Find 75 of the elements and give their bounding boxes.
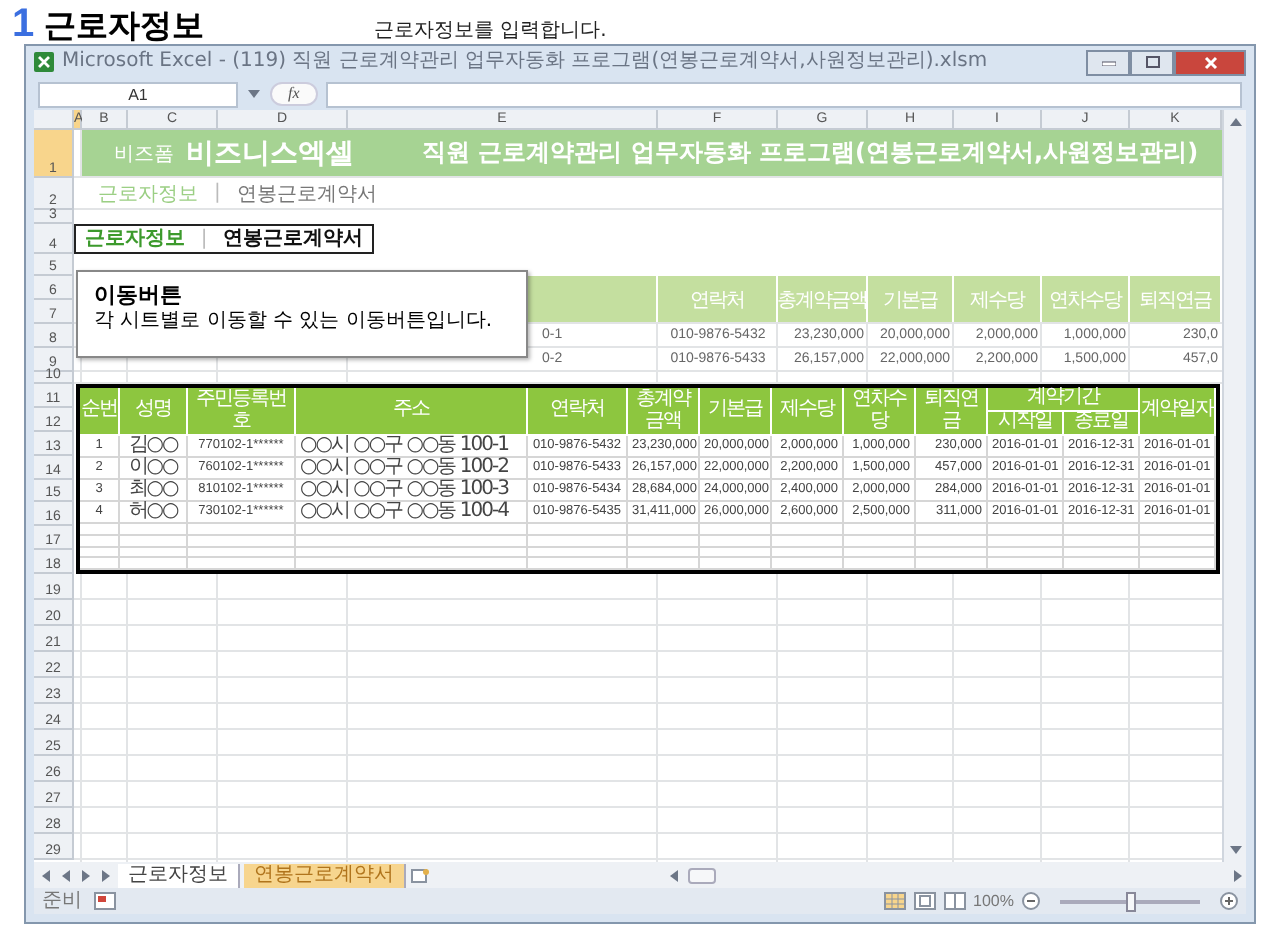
table-cell: 이○○ bbox=[120, 458, 188, 480]
separator: | bbox=[200, 228, 208, 250]
first-sheet-icon[interactable] bbox=[38, 867, 54, 883]
maximize-button[interactable] bbox=[1130, 49, 1174, 75]
next-sheet-icon[interactable] bbox=[78, 867, 94, 883]
table-cell: ○○시 ○○구 ○○동 100-1 bbox=[296, 436, 528, 458]
slider-thumb[interactable] bbox=[1126, 891, 1136, 911]
zoom-out-icon[interactable] bbox=[1022, 892, 1040, 910]
column-header: 퇴직연금 bbox=[1130, 276, 1222, 322]
maximize-icon bbox=[1145, 56, 1159, 68]
column-header: 제수당 bbox=[954, 276, 1042, 322]
formula-input[interactable] bbox=[325, 81, 1242, 107]
column-header: 시작일 bbox=[988, 412, 1064, 436]
column-header: 순번 bbox=[80, 388, 120, 436]
page-break-icon[interactable] bbox=[943, 892, 966, 910]
page-description: 근로자정보를 입력합니다. bbox=[374, 20, 607, 44]
brand-name: 비즈니스엑셀 bbox=[186, 135, 354, 171]
close-button[interactable] bbox=[1174, 49, 1246, 75]
table-cell: 김○○ bbox=[120, 436, 188, 458]
column-header: 연락처 bbox=[658, 276, 778, 322]
column-header: 기본급 bbox=[700, 388, 772, 436]
minimize-icon bbox=[1101, 59, 1115, 65]
zoom-level: 100% bbox=[973, 892, 1014, 910]
nav-link[interactable]: 연봉근로계약서 bbox=[236, 179, 377, 207]
banner-title: 직원 근로계약관리 업무자동화 프로그램(연봉근로계약서,사원정보관리) bbox=[422, 136, 1199, 170]
name-box[interactable]: A1 bbox=[38, 81, 238, 107]
horizontal-scrollbar[interactable] bbox=[666, 865, 1246, 885]
table-cell: 허○○ bbox=[120, 502, 188, 524]
caret-icon[interactable] bbox=[246, 86, 262, 102]
minimize-button[interactable] bbox=[1086, 49, 1130, 75]
macro-record-icon[interactable] bbox=[94, 892, 116, 910]
column-header: 계약기간 bbox=[988, 388, 1140, 412]
column-header: 연락처 bbox=[528, 388, 628, 436]
column-header: 성명 bbox=[120, 388, 188, 436]
table-cell: ○○시 ○○구 ○○동 100-4 bbox=[296, 502, 528, 524]
column-header: 종료일 bbox=[1064, 412, 1140, 436]
spreadsheet-app-icon bbox=[34, 52, 54, 72]
scroll-down-icon[interactable] bbox=[1227, 842, 1243, 858]
callout-title: 이동버튼 bbox=[94, 282, 184, 308]
brand-label: 비즈폼 bbox=[114, 141, 174, 167]
scroll-right-icon[interactable] bbox=[1230, 867, 1246, 883]
column-header: 주소 bbox=[296, 388, 528, 436]
column-header: 총계약금액 bbox=[628, 388, 700, 436]
column-header: 연차수당 bbox=[844, 388, 916, 436]
callout-text: 각 시트별로 이동할 수 있는 이동버튼입니다. bbox=[94, 308, 495, 334]
last-sheet-icon[interactable] bbox=[98, 867, 114, 883]
column-header: 퇴직연금 bbox=[916, 388, 988, 436]
table-cell: ○○시 ○○구 ○○동 100-3 bbox=[296, 480, 528, 502]
column-header: 제수당 bbox=[772, 388, 844, 436]
sheet-tab[interactable]: 근로자정보 bbox=[118, 863, 240, 887]
column-header: 계약일자 bbox=[1140, 388, 1216, 436]
zoom-in-icon[interactable] bbox=[1220, 892, 1238, 910]
scroll-thumb[interactable] bbox=[688, 867, 716, 883]
status-text: 준비 bbox=[42, 889, 82, 913]
vertical-scrollbar[interactable] bbox=[1222, 110, 1246, 862]
column-header: 기본급 bbox=[868, 276, 954, 322]
column-header: 총계약금액 bbox=[778, 276, 868, 322]
nav-link[interactable]: 근로자정보 bbox=[84, 227, 185, 251]
column-header: 주민등록번호 bbox=[188, 388, 296, 436]
close-icon bbox=[1203, 55, 1217, 69]
normal-view-icon[interactable] bbox=[883, 892, 906, 910]
page-layout-icon[interactable] bbox=[913, 892, 936, 910]
table-cell: ○○시 ○○구 ○○동 100-2 bbox=[296, 458, 528, 480]
scroll-up-icon[interactable] bbox=[1227, 114, 1243, 130]
column-header: 연차수당 bbox=[1042, 276, 1130, 322]
nav-link[interactable]: 연봉근로계약서 bbox=[223, 227, 364, 251]
table-cell: 최○○ bbox=[120, 480, 188, 502]
previous-sheet-icon[interactable] bbox=[58, 867, 74, 883]
insert-sheet-icon[interactable] bbox=[410, 867, 430, 883]
page-title: 근로자정보 bbox=[44, 8, 205, 44]
step-number: 1 bbox=[12, 4, 35, 44]
window-title: Microsoft Excel - (119) 직원 근로계약관리 업무자동화 프로그램(연봉근로계약서,사원정보관리).xlsm bbox=[62, 50, 988, 74]
separator: | bbox=[214, 182, 221, 204]
scroll-left-icon[interactable] bbox=[666, 867, 682, 883]
insert-function-button[interactable]: fx bbox=[270, 82, 318, 106]
